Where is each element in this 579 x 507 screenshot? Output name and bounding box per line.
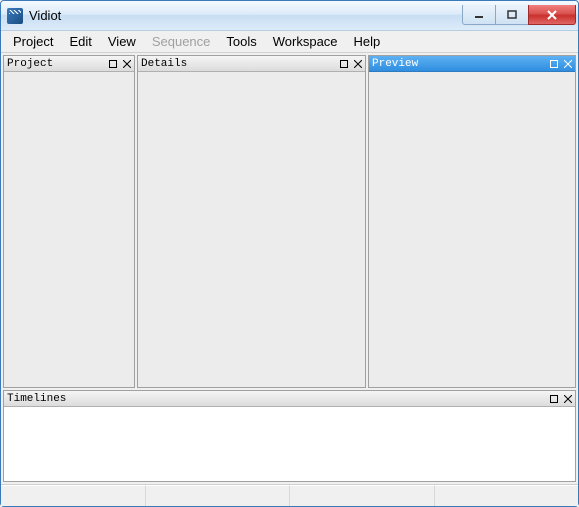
project-panel-close-button[interactable] — [120, 57, 134, 71]
menu-sequence: Sequence — [144, 32, 219, 51]
preview-panel: Preview — [368, 55, 576, 388]
project-panel-title: Project — [7, 58, 106, 70]
statusbar — [1, 484, 578, 506]
client-area: Project Details — [1, 53, 578, 484]
close-button[interactable] — [528, 5, 576, 25]
menu-help[interactable]: Help — [346, 32, 389, 51]
details-panel-body[interactable] — [138, 72, 365, 387]
menu-tools[interactable]: Tools — [218, 32, 264, 51]
dock-icon — [109, 60, 117, 68]
minimize-icon — [474, 11, 484, 19]
details-panel: Details — [137, 55, 366, 388]
timelines-panel-close-button[interactable] — [561, 392, 575, 406]
titlebar[interactable]: Vidiot — [1, 1, 578, 31]
dock-icon — [340, 60, 348, 68]
close-icon — [354, 60, 362, 68]
top-panels-row: Project Details — [3, 55, 576, 388]
menubar: Project Edit View Sequence Tools Workspa… — [1, 31, 578, 53]
close-icon — [123, 60, 131, 68]
menu-project[interactable]: Project — [5, 32, 61, 51]
preview-panel-header[interactable]: Preview — [369, 56, 575, 72]
maximize-icon — [507, 10, 517, 20]
project-panel-dock-button[interactable] — [106, 57, 120, 71]
maximize-button[interactable] — [495, 5, 529, 25]
status-cell-1 — [1, 485, 146, 506]
preview-panel-body[interactable] — [369, 72, 575, 387]
timelines-panel-title: Timelines — [7, 393, 547, 405]
close-icon — [564, 60, 572, 68]
close-icon — [546, 10, 558, 20]
dock-icon — [550, 395, 558, 403]
details-panel-title: Details — [141, 58, 337, 70]
project-panel-header[interactable]: Project — [4, 56, 134, 72]
app-window: Vidiot Project Edit View Sequence Tools … — [0, 0, 579, 507]
close-icon — [564, 395, 572, 403]
status-cell-2 — [146, 485, 291, 506]
status-cell-3 — [290, 485, 435, 506]
window-title: Vidiot — [29, 8, 463, 23]
preview-panel-title: Preview — [372, 58, 547, 70]
details-panel-close-button[interactable] — [351, 57, 365, 71]
timelines-panel-header[interactable]: Timelines — [4, 391, 575, 407]
details-panel-header[interactable]: Details — [138, 56, 365, 72]
preview-panel-dock-button[interactable] — [547, 57, 561, 71]
app-icon — [7, 8, 23, 24]
project-panel: Project — [3, 55, 135, 388]
timelines-panel-dock-button[interactable] — [547, 392, 561, 406]
timelines-panel-body[interactable] — [4, 407, 575, 481]
minimize-button[interactable] — [462, 5, 496, 25]
details-panel-dock-button[interactable] — [337, 57, 351, 71]
menu-view[interactable]: View — [100, 32, 144, 51]
project-panel-body[interactable] — [4, 72, 134, 387]
preview-panel-close-button[interactable] — [561, 57, 575, 71]
dock-icon — [550, 60, 558, 68]
window-controls — [463, 5, 576, 25]
menu-edit[interactable]: Edit — [61, 32, 99, 51]
status-cell-4 — [435, 485, 579, 506]
timelines-panel: Timelines — [3, 390, 576, 482]
menu-workspace[interactable]: Workspace — [265, 32, 346, 51]
